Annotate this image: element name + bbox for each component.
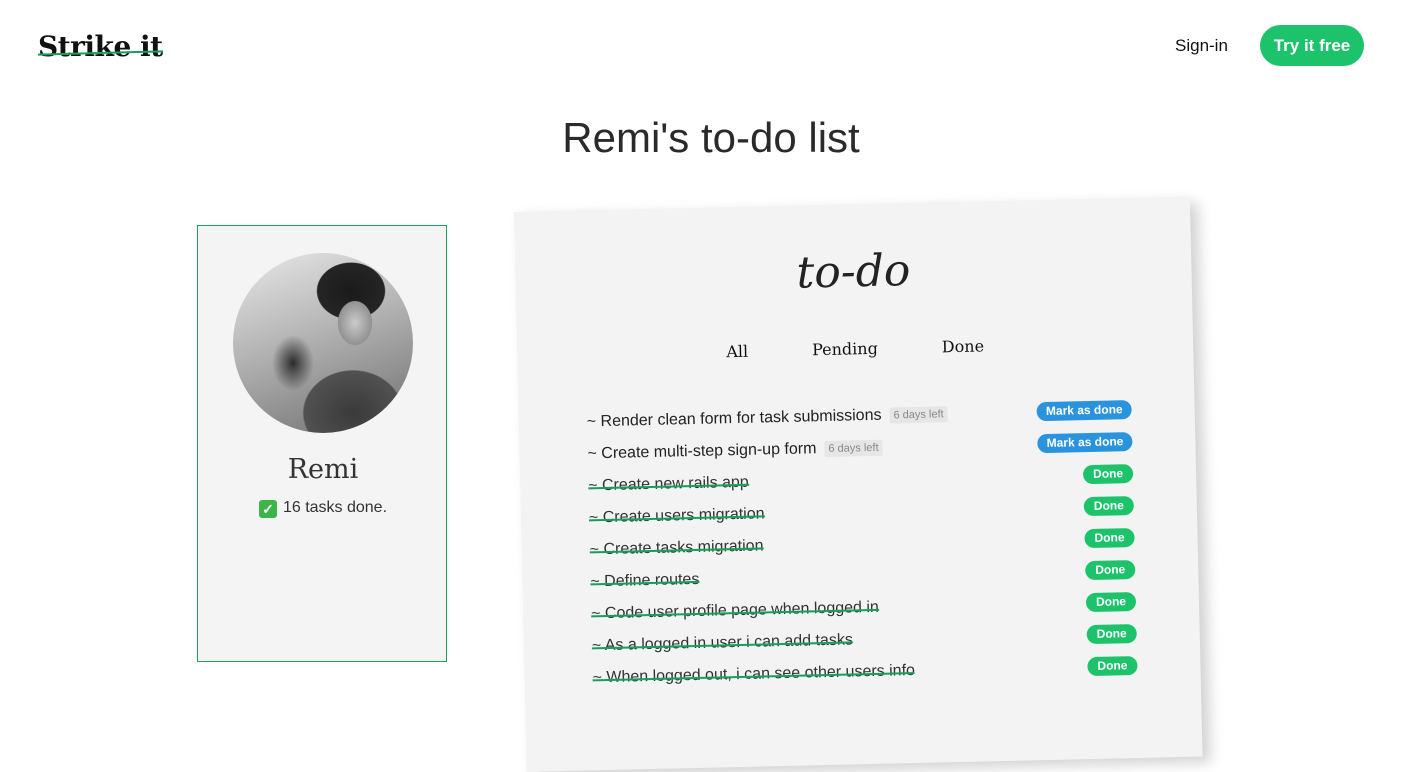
task-text: ~ As a logged in user i can add tasks [591,631,854,655]
done-button[interactable]: Done [1084,528,1135,549]
done-button[interactable]: Done [1087,655,1138,677]
done-button[interactable]: Done [1086,623,1137,645]
task-text: ~ When logged out, i can see other users… [592,662,916,687]
try-it-free-button[interactable]: Try it free [1260,25,1364,66]
tab-pending[interactable]: Pending [800,339,890,360]
site-header: Strike it Sign-in Try it free [0,0,1422,95]
logo-text: Strike it [38,30,163,63]
signin-link[interactable]: Sign-in [1175,36,1228,56]
done-button[interactable]: Done [1083,496,1135,517]
task-text: ~ Define routes [590,570,700,591]
task-text: ~ Render clean form for task submissions [586,406,882,431]
page-title: Remi's to-do list [562,114,860,161]
profile-name: Remi [287,454,359,485]
tab-done[interactable]: Done [930,336,997,356]
task-text: ~ Create multi-step sign-up form [587,440,817,463]
deadline-badge: 6 days left [824,439,883,458]
deadline-badge: 6 days left [889,406,948,424]
task-text: ~ Create users migration [588,505,765,527]
todo-paper: to-do All Pending Done ~ Render clean fo… [514,196,1203,772]
check-icon: ✓ [258,500,277,518]
profile-stats-text: 16 tasks done. [282,499,388,516]
logo[interactable]: Strike it [37,30,163,63]
mark-as-done-button[interactable]: Mark as done [1037,432,1133,454]
done-button[interactable]: Done [1085,559,1136,581]
todo-heading: to-do [796,245,911,299]
avatar [233,253,413,433]
tab-all[interactable]: All [714,341,760,361]
done-button[interactable]: Done [1085,591,1137,613]
done-button[interactable]: Done [1082,464,1134,485]
profile-card: Remi ✓ 16 tasks done. [197,225,447,662]
task-list: ~ Render clean form for task submissions… [586,394,1138,694]
profile-stats: ✓ 16 tasks done. [198,499,448,518]
task-text: ~ Code user profile page when logged in [590,598,880,623]
mark-as-done-button[interactable]: Mark as done [1036,400,1132,422]
filter-tabs: All Pending Done [517,332,1193,366]
task-text: ~ Create new rails app [588,473,749,495]
task-text: ~ Create tasks migration [589,537,764,559]
